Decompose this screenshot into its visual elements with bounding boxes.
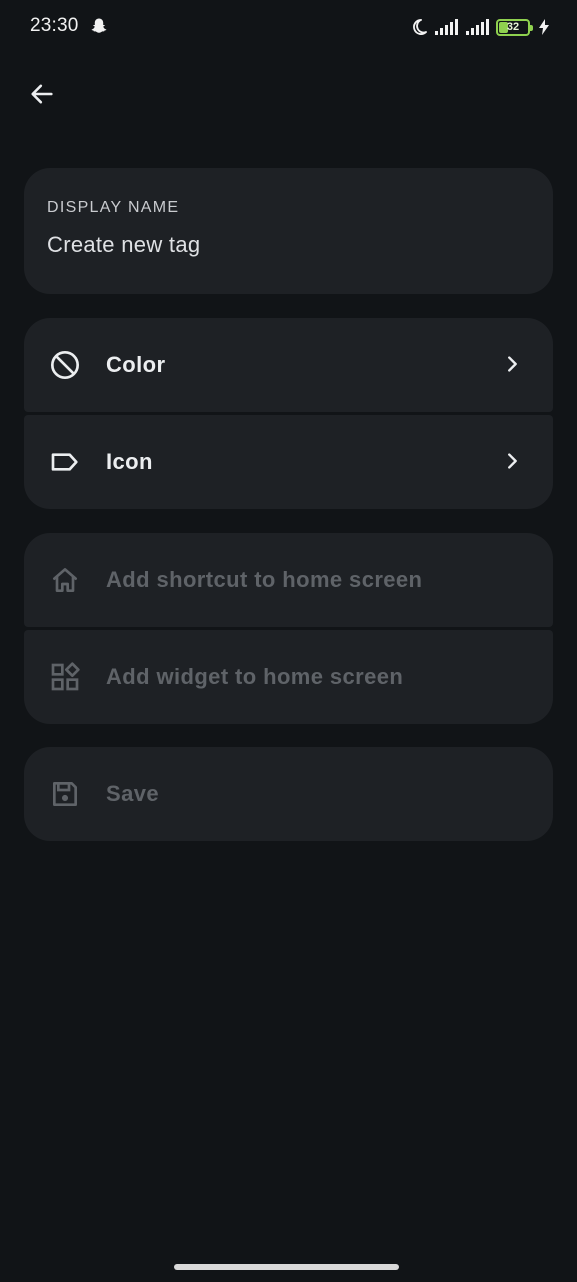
chevron-right-icon xyxy=(501,353,523,380)
arrow-back-icon xyxy=(28,80,56,113)
add-widget-label: Add widget to home screen xyxy=(106,664,404,689)
color-row[interactable]: Color xyxy=(24,318,553,412)
snapchat-icon xyxy=(90,17,108,35)
status-bar: 23:30 32 xyxy=(0,0,577,56)
add-shortcut-label: Add shortcut to home screen xyxy=(106,567,423,592)
icon-label: Icon xyxy=(106,449,153,474)
display-name-label: DISPLAY NAME xyxy=(47,199,180,216)
label-tag-icon xyxy=(48,445,82,479)
home-icon xyxy=(48,563,82,597)
save-button[interactable]: Save xyxy=(24,747,553,841)
status-time: 23:30 xyxy=(30,15,79,36)
display-name-input[interactable]: Create new tag xyxy=(47,232,530,258)
battery-level: 32 xyxy=(506,21,520,33)
screen: 23:30 32 DISPLAY NAME Create new tag Col… xyxy=(0,0,577,1282)
add-widget-row[interactable]: Add widget to home screen xyxy=(24,630,553,724)
battery-icon: 32 xyxy=(496,18,533,36)
charging-bolt-icon xyxy=(539,19,549,35)
moon-icon xyxy=(409,17,429,37)
save-label: Save xyxy=(106,781,159,806)
display-name-field[interactable]: DISPLAY NAME Create new tag xyxy=(24,168,553,294)
status-icons: 32 xyxy=(409,15,549,39)
color-label: Color xyxy=(106,352,166,377)
save-icon xyxy=(48,777,82,811)
widgets-icon xyxy=(48,660,82,694)
back-button[interactable] xyxy=(22,76,62,116)
block-icon xyxy=(48,348,82,382)
icon-row[interactable]: Icon xyxy=(24,415,553,509)
home-indicator[interactable] xyxy=(174,1264,399,1270)
chevron-right-icon xyxy=(501,450,523,477)
signal-icon xyxy=(465,18,491,36)
add-shortcut-row[interactable]: Add shortcut to home screen xyxy=(24,533,553,627)
signal-icon xyxy=(434,18,460,36)
